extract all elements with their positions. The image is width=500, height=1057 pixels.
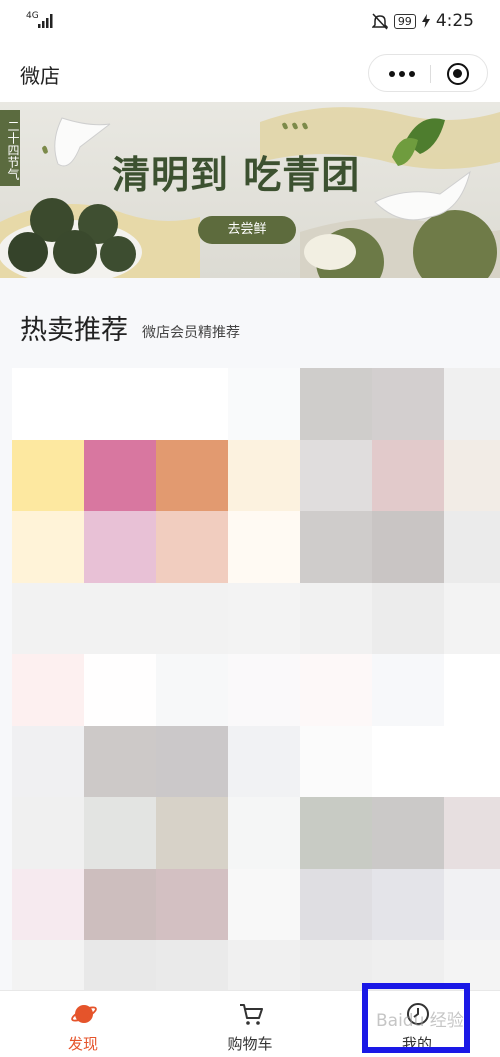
mosaic-tile bbox=[228, 725, 300, 798]
page-title: 微店 bbox=[20, 64, 60, 88]
mosaic-tile bbox=[228, 940, 300, 990]
mosaic-tile bbox=[156, 439, 228, 512]
tab-cart[interactable]: 购物车 bbox=[167, 991, 333, 1057]
mosaic-tile bbox=[156, 511, 228, 583]
mosaic-tile bbox=[300, 582, 372, 655]
mosaic-tile bbox=[444, 582, 500, 655]
mosaic-tile bbox=[300, 797, 372, 869]
mosaic-tile bbox=[300, 868, 372, 941]
mosaic-tile bbox=[156, 368, 228, 440]
mosaic-tile bbox=[372, 582, 444, 655]
mosaic-tile bbox=[444, 654, 500, 726]
mosaic-tile bbox=[228, 797, 300, 869]
mosaic-tile bbox=[12, 439, 84, 512]
mosaic-tile bbox=[372, 725, 444, 798]
mosaic-tile bbox=[156, 797, 228, 869]
mosaic-tile bbox=[156, 654, 228, 726]
mosaic-tile bbox=[84, 582, 156, 655]
mosaic-tile bbox=[84, 725, 156, 798]
mosaic-tile bbox=[84, 797, 156, 869]
mosaic-tile bbox=[156, 940, 228, 990]
mosaic-tile bbox=[444, 868, 500, 941]
mosaic-tile bbox=[228, 511, 300, 583]
mosaic-tile bbox=[228, 868, 300, 941]
mosaic-tile bbox=[372, 797, 444, 869]
mosaic-tile bbox=[372, 654, 444, 726]
status-right: 99 4:25 bbox=[371, 10, 474, 32]
planet-icon bbox=[71, 1005, 97, 1023]
mosaic-tile bbox=[84, 868, 156, 941]
mosaic-tile bbox=[12, 940, 84, 990]
battery-level: 99 bbox=[393, 13, 416, 29]
mosaic-tile bbox=[12, 725, 84, 798]
mosaic-tile bbox=[12, 868, 84, 941]
tab-label-cart: 购物车 bbox=[227, 1035, 273, 1053]
mosaic-tile bbox=[228, 368, 300, 440]
mosaic-tile bbox=[444, 439, 500, 512]
mosaic-tile bbox=[372, 868, 444, 941]
mosaic-tile bbox=[300, 725, 372, 798]
mute-bell-icon bbox=[371, 12, 388, 30]
mosaic-tile bbox=[300, 439, 372, 512]
charging-icon bbox=[421, 14, 430, 28]
mosaic-tile bbox=[12, 368, 84, 440]
mosaic-tile bbox=[84, 940, 156, 990]
section-subtitle: 微店会员精推荐 bbox=[142, 325, 240, 341]
cart-icon bbox=[240, 1004, 263, 1025]
mosaic-tile bbox=[84, 439, 156, 512]
mosaic-tile bbox=[228, 582, 300, 655]
watermark: Baidu 经验 bbox=[376, 1011, 464, 1031]
mosaic-tile bbox=[228, 439, 300, 512]
mosaic-tile bbox=[444, 797, 500, 869]
signal-icon bbox=[38, 14, 53, 28]
more-icon[interactable] bbox=[385, 55, 419, 93]
capsule-divider bbox=[430, 65, 431, 83]
mosaic-tile bbox=[12, 797, 84, 869]
solar-term-tag: 二十四节气 bbox=[0, 110, 20, 186]
close-target-icon[interactable] bbox=[447, 63, 469, 85]
mosaic-tile bbox=[156, 725, 228, 798]
mosaic-tile bbox=[372, 439, 444, 512]
mosaic-tile bbox=[300, 368, 372, 440]
mosaic-tile bbox=[12, 654, 84, 726]
mosaic-tile bbox=[156, 868, 228, 941]
mosaic-tile bbox=[84, 511, 156, 583]
mosaic-tile bbox=[444, 368, 500, 440]
clock-time: 4:25 bbox=[435, 11, 474, 31]
mosaic-tile bbox=[300, 654, 372, 726]
nav-bar: 微店 bbox=[0, 44, 500, 102]
qingming-banner[interactable]: 二十四节气 清明到 吃青团 去尝鲜 bbox=[0, 102, 500, 278]
section-title: 热卖推荐 bbox=[20, 315, 128, 346]
pixelated-product-grid[interactable] bbox=[12, 368, 500, 990]
mosaic-tile bbox=[444, 725, 500, 798]
tab-discover[interactable]: 发现 bbox=[0, 991, 166, 1057]
mosaic-tile bbox=[84, 368, 156, 440]
status-bar: 4G 99 4:25 bbox=[0, 0, 500, 44]
mosaic-tile bbox=[300, 511, 372, 583]
mosaic-tile bbox=[156, 582, 228, 655]
mosaic-tile bbox=[444, 511, 500, 583]
tab-label-discover: 发现 bbox=[67, 1035, 98, 1053]
mosaic-tile bbox=[372, 511, 444, 583]
try-now-button[interactable]: 去尝鲜 bbox=[198, 216, 296, 244]
network-type: 4G bbox=[26, 11, 39, 21]
mosaic-tile bbox=[12, 511, 84, 583]
banner-headline: 清明到 吃青团 bbox=[112, 152, 361, 197]
mosaic-tile bbox=[84, 654, 156, 726]
mosaic-tile bbox=[228, 654, 300, 726]
miniprogram-capsule bbox=[368, 54, 488, 92]
mosaic-tile bbox=[12, 582, 84, 655]
mosaic-tile bbox=[372, 368, 444, 440]
